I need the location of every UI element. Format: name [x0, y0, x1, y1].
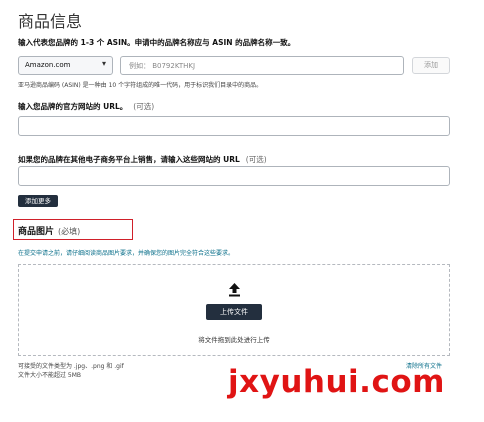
file-size-text: 文件大小不能超过 5MB: [18, 372, 82, 379]
file-drop-zone[interactable]: 上传文件 将文件拖到此处进行上传: [18, 264, 450, 356]
asin-input-placeholder: 例如： B0792KTHKJ: [129, 62, 196, 70]
add-asin-button[interactable]: 添加: [412, 57, 450, 74]
asin-hint: 亚马逊商品编码 (ASIN) 是一种由 10 个字符组成的唯一代码，用于标识我们…: [18, 82, 263, 89]
images-label: 商品图片 (必填): [18, 224, 80, 237]
marketplace-select[interactable]: Amazon.com ▾: [18, 56, 113, 75]
website-optional: (可选): [133, 102, 155, 111]
file-types-text: 可接受的文件类型为 .jpg、.png 和 .gif: [18, 363, 124, 370]
page-title: 商品信息: [18, 12, 83, 31]
upload-file-button[interactable]: 上传文件: [206, 304, 262, 320]
website-label: 输入您品牌的官方网站的 URL。 (可选): [18, 101, 154, 112]
add-more-button[interactable]: 添加更多: [18, 195, 58, 207]
site-watermark: jxyuhui.com: [228, 364, 445, 400]
website-url-input[interactable]: [18, 116, 450, 136]
other-sites-label-text: 如果您的品牌在其他电子商务平台上销售，请输入这些网站的 URL: [18, 155, 240, 164]
asin-input[interactable]: 例如： B0792KTHKJ: [120, 56, 404, 75]
chevron-down-icon: ▾: [101, 59, 106, 68]
images-label-text: 商品图片: [18, 227, 55, 237]
images-required: (必填): [58, 227, 81, 236]
asin-label: 输入代表您品牌的 1-3 个 ASIN。申请中的品牌名称应与 ASIN 的品牌名…: [18, 38, 296, 47]
other-site-url-input[interactable]: [18, 166, 450, 186]
other-sites-optional: (可选): [245, 155, 267, 164]
drag-drop-text: 将文件拖到此处进行上传: [198, 336, 270, 344]
upload-arrow-icon: [229, 283, 240, 297]
other-sites-label: 如果您的品牌在其他电子商务平台上销售，请输入这些网站的 URL (可选): [18, 154, 267, 165]
images-notice: 在提交申请之前，请仔细阅读商品图片要求，并确保您的图片完全符合这些要求。: [18, 250, 235, 257]
marketplace-selected-value: Amazon.com: [25, 61, 71, 69]
website-label-text: 输入您品牌的官方网站的 URL。: [18, 102, 128, 111]
